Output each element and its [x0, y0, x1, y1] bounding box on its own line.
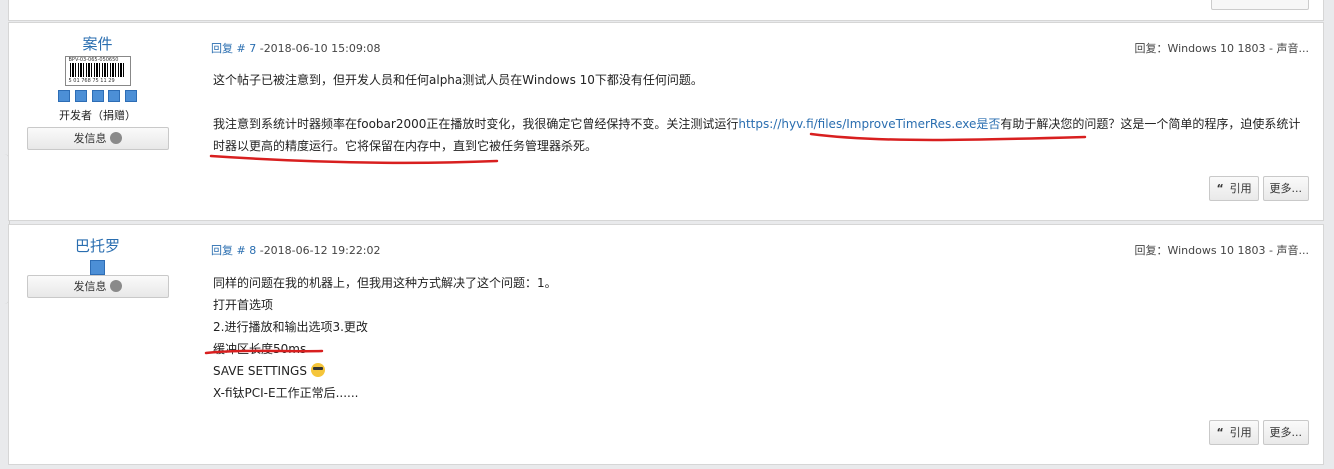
- rank-star-icon: [90, 260, 105, 275]
- rank-star-icon: [74, 90, 87, 102]
- rank-star-icon: [57, 90, 70, 102]
- post-8: 巴托罗 发信息 回复 # 8 -2018-06-12 19:22:02 回复：W…: [8, 224, 1324, 465]
- post-line: 打开首选项: [213, 298, 274, 312]
- send-message-label: 发信息: [73, 280, 107, 293]
- barcode-icon: [69, 63, 126, 77]
- post-line: 同样的问题在我的机器上，但我用这种方式解决了这个问题：1。: [213, 276, 557, 290]
- more-button[interactable]: 更多...: [1262, 176, 1309, 201]
- offline-status-icon: [109, 132, 122, 144]
- rank-barcode-image: BPV-03-065-050650 5 01 768 75 11 29: [64, 56, 131, 86]
- author-name[interactable]: 案件: [26, 35, 169, 53]
- author-profile: 案件 BPV-03-065-050650 5 01 768 75 11 29 开…: [26, 23, 169, 150]
- post-line: 2.进行播放和输出选项3.更改: [213, 320, 368, 334]
- post-text: SAVE SETTINGS: [213, 364, 307, 378]
- more-button[interactable]: 更多...: [1262, 420, 1309, 445]
- send-message-label: 发信息: [73, 132, 107, 145]
- quote-label: 引用: [1229, 426, 1252, 439]
- post-line: SAVE SETTINGS: [213, 360, 1309, 382]
- post-timestamp: -2018-06-12 19:22:02: [259, 244, 381, 257]
- quote-button[interactable]: “ 引用: [1209, 176, 1259, 201]
- reply-number-link[interactable]: 回复 # 8: [211, 244, 256, 257]
- quote-icon: “: [1216, 426, 1224, 439]
- post-header: 回复 # 8 -2018-06-12 19:22:02 回复：Windows 1…: [211, 242, 1309, 258]
- post-content: 这个帖子已被注意到，但开发人员和任何alpha测试人员在Windows 10下都…: [213, 69, 1309, 157]
- rank-stars: [26, 90, 169, 104]
- rank-star-icon: [125, 90, 138, 102]
- thread-title-link[interactable]: 回复：Windows 10 1803 - 声音...: [1134, 242, 1309, 258]
- rank-image-code-bottom: 5 01 768 75 11 29: [68, 78, 115, 84]
- rank-star-icon: [91, 90, 104, 102]
- quote-button[interactable]: “ 引用: [1209, 420, 1259, 445]
- thread-title-link[interactable]: 回复：Windows 10 1803 - 声音...: [1134, 40, 1309, 56]
- post-timestamp: -2018-06-10 15:09:08: [259, 42, 381, 55]
- post-text: 我注意到系统计时器频率在foobar2000正在播放时变化，我很确定它曾经保持不…: [213, 117, 739, 131]
- offline-status-icon: [109, 280, 122, 292]
- post-paragraph: 我注意到系统计时器频率在foobar2000正在播放时变化，我很确定它曾经保持不…: [213, 113, 1309, 157]
- sunglasses-emoji-icon: [310, 363, 325, 377]
- author-role: 开发者（捐赠）: [59, 109, 136, 122]
- post-line: 缓冲区长度50ms: [213, 342, 307, 356]
- download-link[interactable]: https://hyv.fi/files/ImproveTimerRes.exe…: [738, 117, 1000, 131]
- send-message-button[interactable]: 发信息: [26, 275, 169, 298]
- post-actions: “ 引用 更多...: [1209, 420, 1309, 445]
- reply-number-link[interactable]: 回复 # 7: [211, 42, 256, 55]
- send-message-button[interactable]: 发信息: [26, 127, 169, 150]
- post-line: X-fi钛PCI-E工作正常后......: [213, 386, 359, 400]
- post-header: 回复 # 7 -2018-06-10 15:09:08 回复：Windows 1…: [211, 40, 1309, 56]
- previous-post-button[interactable]: [1211, 0, 1309, 10]
- rank-stars: [26, 260, 169, 275]
- author-name[interactable]: 巴托罗: [26, 237, 169, 255]
- post-7: 案件 BPV-03-065-050650 5 01 768 75 11 29 开…: [8, 22, 1324, 221]
- rank-star-icon: [108, 90, 121, 102]
- author-profile: 巴托罗 发信息: [26, 225, 169, 298]
- quote-label: 引用: [1229, 182, 1252, 195]
- previous-post-bottom: [8, 0, 1324, 21]
- post-actions: “ 引用 更多...: [1209, 176, 1309, 201]
- quote-icon: “: [1216, 182, 1224, 195]
- post-paragraph: 这个帖子已被注意到，但开发人员和任何alpha测试人员在Windows 10下都…: [213, 73, 703, 87]
- post-content: 同样的问题在我的机器上，但我用这种方式解决了这个问题：1。 打开首选项 2.进行…: [213, 272, 1309, 404]
